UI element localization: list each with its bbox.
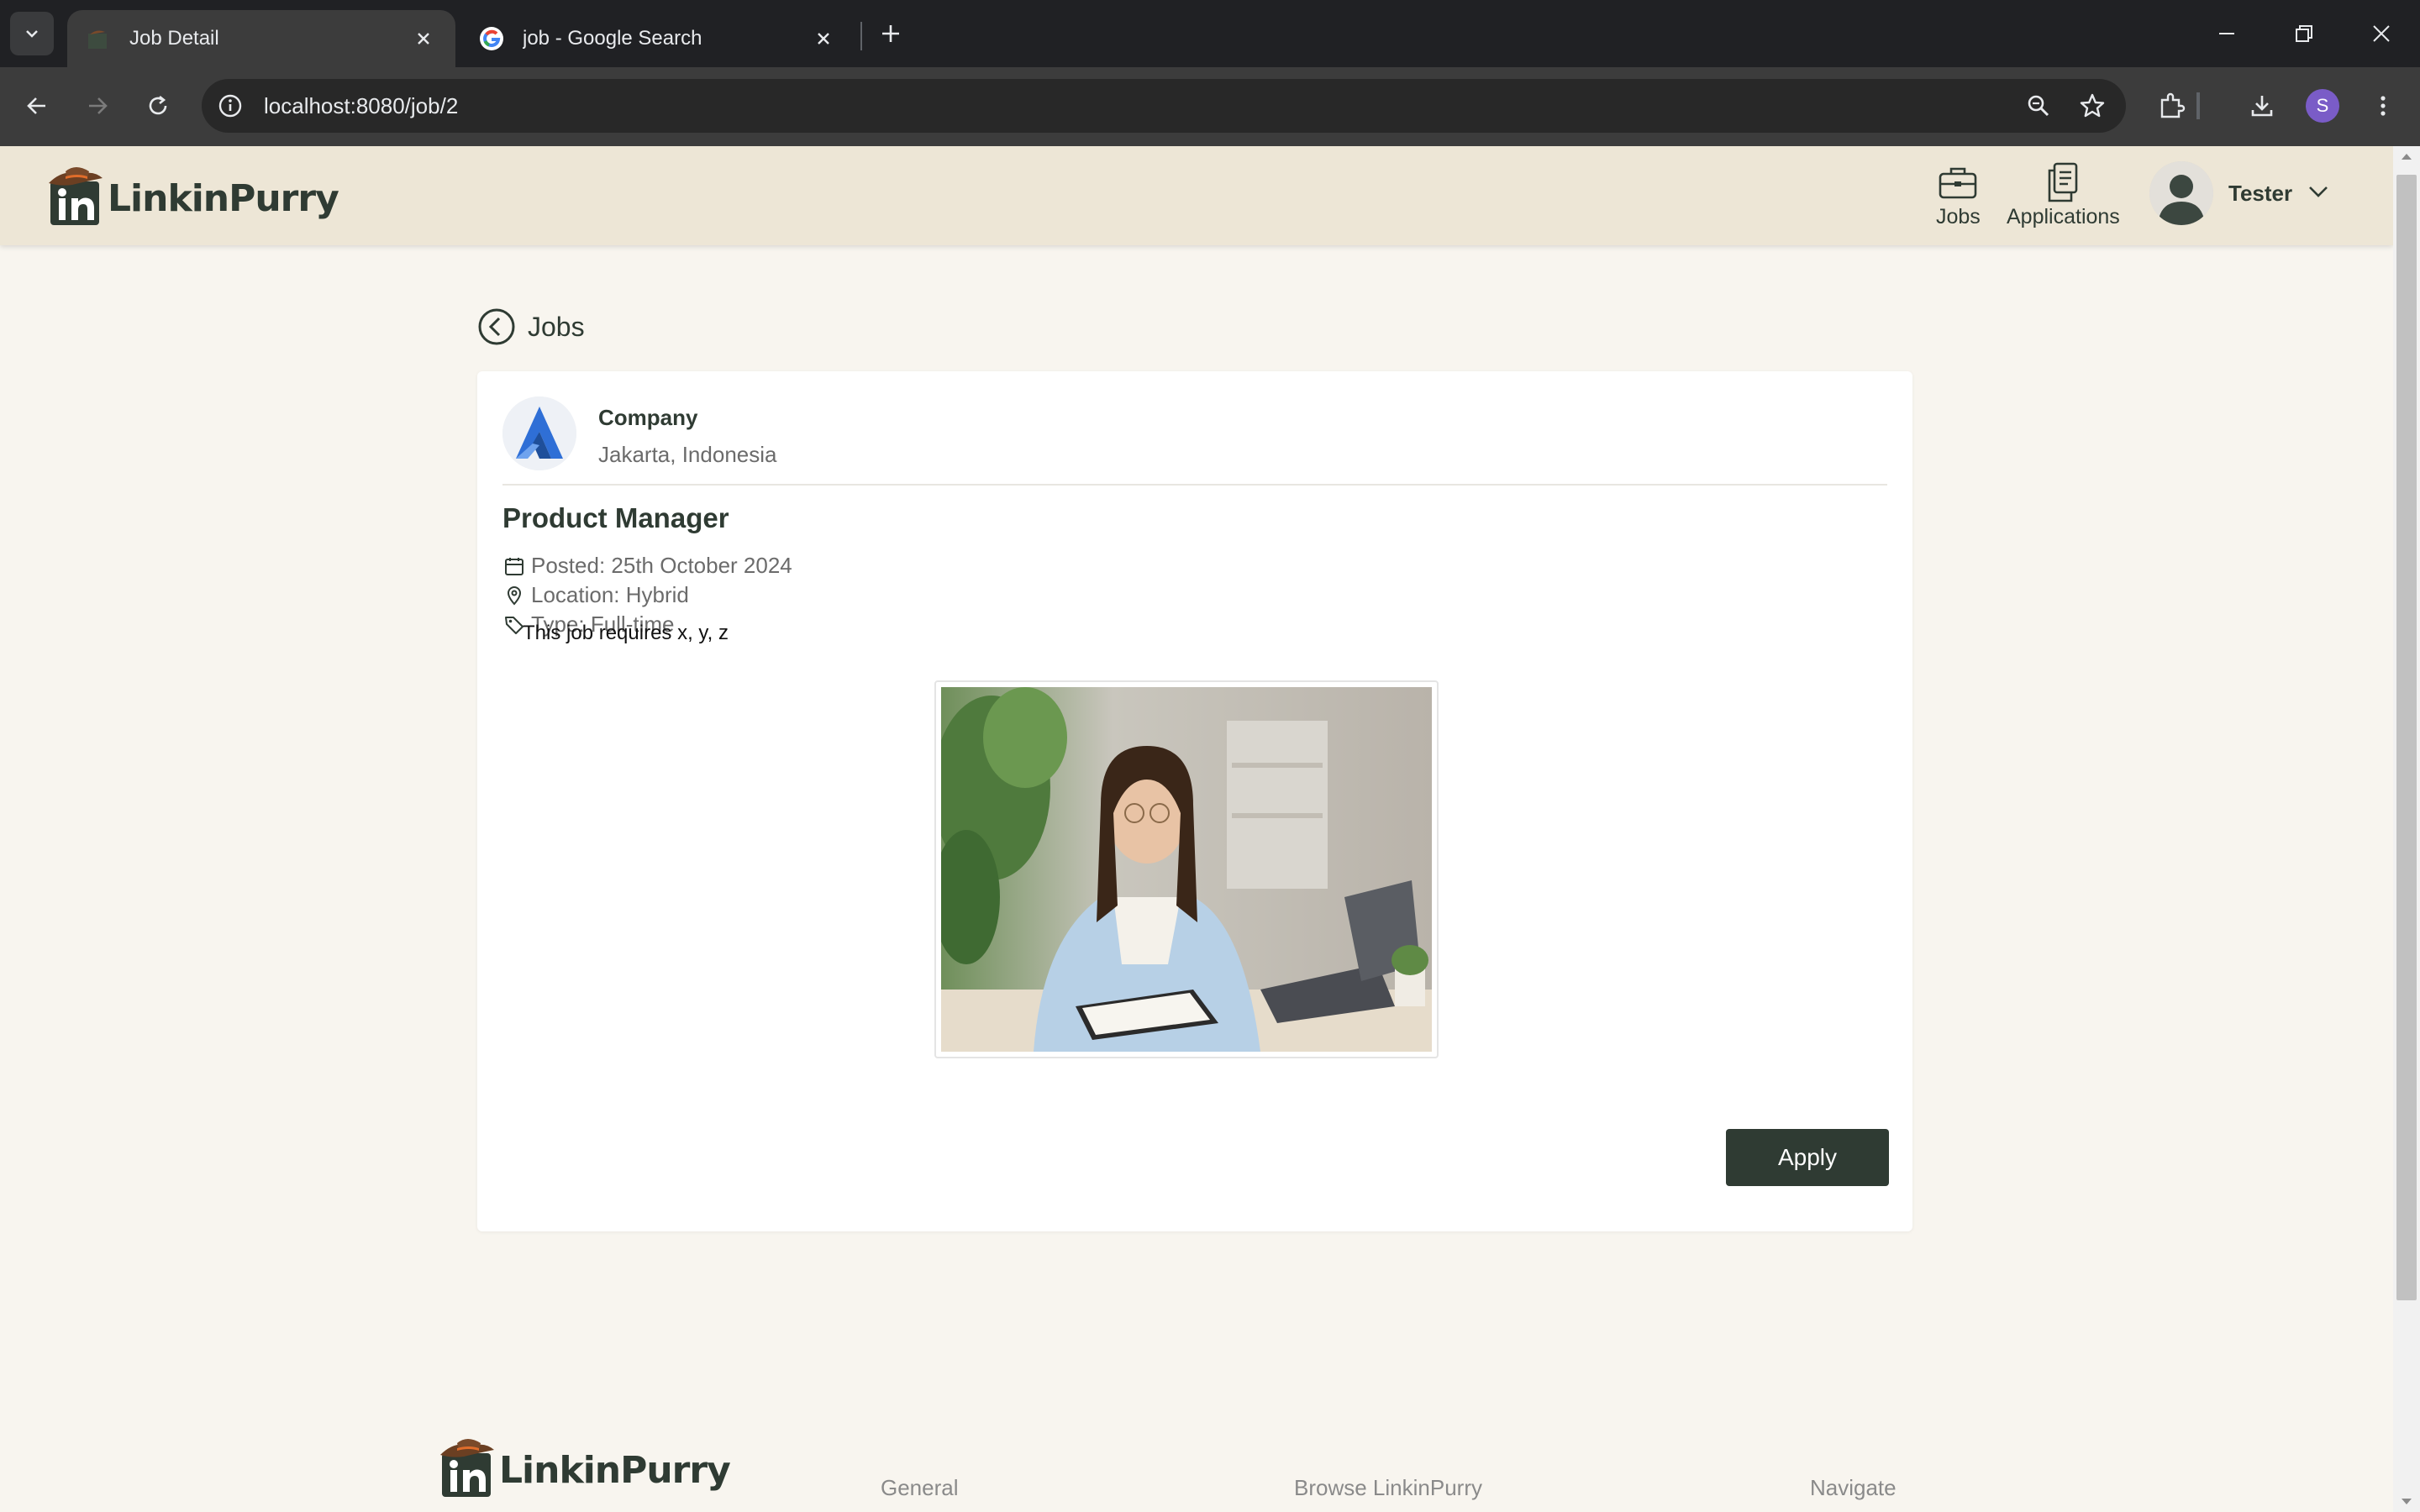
back-button[interactable]	[17, 86, 57, 126]
user-name: Tester	[2228, 180, 2293, 206]
site-footer: LinkinPurry General Browse LinkinPurry N…	[0, 1423, 2393, 1512]
tab-divider	[860, 22, 862, 50]
back-to-jobs-link[interactable]: Jobs	[477, 307, 585, 346]
office-photo	[933, 687, 1432, 1052]
site-logo[interactable]: LinkinPurry	[47, 163, 339, 227]
new-tab-button[interactable]	[874, 17, 908, 50]
posted-text: Posted: 25th October 2024	[531, 553, 792, 578]
browser-toolbar: localhost:8080/job/2 S	[0, 67, 2420, 146]
back-label: Jobs	[528, 311, 585, 342]
logo-mark-icon	[440, 1439, 494, 1497]
company-location: Jakarta, Indonesia	[598, 442, 777, 467]
scrollbar-thumb[interactable]	[2396, 175, 2417, 1300]
job-title: Product Manager	[502, 502, 729, 533]
job-posted: Posted: 25th October 2024	[502, 553, 792, 579]
plus-icon	[882, 25, 899, 42]
chevron-down-icon	[2307, 185, 2329, 202]
site-header: LinkinPurry Jobs Applications Tester	[0, 146, 2393, 245]
profile-avatar: S	[2306, 89, 2339, 123]
close-icon[interactable]	[410, 25, 437, 52]
brand-name: LinkinPurry	[499, 1449, 731, 1492]
job-location: Location: Hybrid	[502, 582, 689, 608]
calendar-icon	[502, 554, 526, 578]
site-favicon-icon	[86, 26, 111, 51]
tab-search-button[interactable]	[10, 12, 54, 55]
toolbar-divider	[2196, 92, 2200, 119]
page-viewport: LinkinPurry Jobs Applications Tester Job…	[0, 146, 2393, 1512]
restore-icon	[2296, 25, 2312, 42]
browser-chrome: Job Detail job - Google Search localhost…	[0, 0, 2420, 146]
apply-button[interactable]: Apply	[1726, 1129, 1889, 1186]
reload-icon	[149, 95, 167, 115]
avatar	[2149, 161, 2213, 225]
google-icon	[479, 26, 504, 51]
tab-title: job - Google Search	[523, 27, 702, 50]
nav-label: Jobs	[1936, 205, 1981, 228]
address-bar[interactable]: localhost:8080/job/2	[202, 79, 2126, 133]
job-image	[933, 680, 1439, 1058]
zoom-icon[interactable]	[2018, 86, 2059, 126]
restore-button[interactable]	[2284, 15, 2324, 52]
footer-heading-browse: Browse LinkinPurry	[1294, 1475, 1482, 1500]
nav-label: Applications	[2007, 205, 2120, 228]
scroll-up-icon[interactable]	[2400, 151, 2413, 161]
job-detail-card: Company Jakarta, Indonesia Product Manag…	[477, 371, 1912, 1231]
documents-icon	[2046, 160, 2080, 205]
tab-title: Job Detail	[129, 27, 219, 50]
close-icon	[2373, 25, 2390, 42]
forward-button[interactable]	[77, 86, 118, 126]
arrow-left-icon	[27, 97, 45, 114]
footer-heading-general: General	[881, 1475, 959, 1500]
user-menu[interactable]: Tester	[2149, 161, 2329, 225]
location-text: Location: Hybrid	[531, 582, 689, 607]
profile-button[interactable]: S	[2302, 86, 2343, 126]
extensions-icon[interactable]	[2151, 86, 2191, 126]
page-scrollbar[interactable]	[2393, 146, 2420, 1512]
tab-strip: Job Detail job - Google Search	[0, 0, 2420, 67]
brand-name: LinkinPurry	[108, 177, 339, 220]
tab-job-detail[interactable]: Job Detail	[67, 10, 455, 67]
nav-jobs[interactable]: Jobs	[1936, 160, 1981, 229]
minimize-button[interactable]	[2207, 15, 2247, 52]
browser-menu-icon[interactable]	[2363, 86, 2403, 126]
download-icon[interactable]	[2242, 86, 2282, 126]
job-description: This job requires x, y, z	[523, 622, 729, 644]
chevron-down-icon	[26, 30, 38, 38]
minimize-icon	[2219, 33, 2234, 34]
arrow-circle-left-icon	[477, 307, 516, 346]
company-name: Company	[598, 405, 698, 430]
close-window-button[interactable]	[2361, 15, 2402, 52]
briefcase-icon	[1938, 160, 1978, 205]
close-icon[interactable]	[810, 25, 837, 52]
reload-button[interactable]	[138, 86, 178, 126]
star-icon[interactable]	[2072, 86, 2112, 126]
scroll-down-icon[interactable]	[2400, 1497, 2413, 1507]
url-text: localhost:8080/job/2	[264, 92, 459, 118]
tab-google-search[interactable]: job - Google Search	[460, 10, 855, 67]
map-pin-icon	[502, 584, 526, 607]
nav-applications[interactable]: Applications	[2007, 160, 2120, 229]
company-logo	[502, 396, 576, 470]
divider	[502, 484, 1887, 486]
footer-heading-navigate: Navigate	[1810, 1475, 1897, 1500]
footer-logo[interactable]: LinkinPurry	[439, 1435, 731, 1499]
site-info-icon[interactable]	[213, 89, 247, 123]
logo-mark-icon	[47, 163, 103, 227]
arrow-right-icon	[89, 97, 108, 114]
